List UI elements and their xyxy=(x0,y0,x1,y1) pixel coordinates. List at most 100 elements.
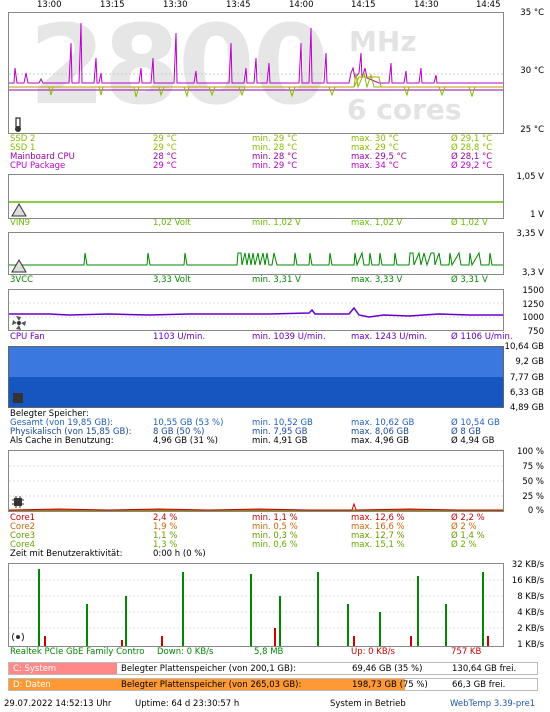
time-label: 14:00 xyxy=(289,0,314,10)
memory-axis-5: 4,89 GB xyxy=(509,403,544,413)
footer-app-version[interactable]: WebTemp 3.39-pre1 xyxy=(450,697,535,712)
user-activity-row: Zeit mit Benutzeraktivität: 0:00 h (0 %) xyxy=(8,550,508,559)
sensor-row-cpu-package: CPU Package 29 °C min. 29 °C max. 34 °C … xyxy=(8,162,508,171)
time-label: 13:45 xyxy=(226,0,251,10)
fan-icon xyxy=(12,316,26,330)
net-axis-4: 4 KB/s xyxy=(517,608,544,618)
sensor-min: min. 1,02 V xyxy=(252,218,301,228)
cpu-load-lines xyxy=(9,465,503,511)
cpu-axis-75: 75 % xyxy=(522,462,544,472)
time-axis: 13:00 13:15 13:30 13:45 14:00 14:15 14:3… xyxy=(0,0,550,12)
thermometer-icon xyxy=(15,117,21,132)
memory-area xyxy=(9,347,503,407)
sensor-row-3vcc: 3VCC 3,33 Volt min. 3,31 V max. 3,33 V Ø… xyxy=(8,276,508,285)
time-label: 13:30 xyxy=(163,0,188,10)
sensor-row-cpu-fan: CPU Fan 1103 U/min. min. 1039 U/min. max… xyxy=(8,332,513,342)
memory-chip-icon xyxy=(13,393,23,403)
vin9-axis-min: 1 V xyxy=(530,210,544,220)
core-max: max. 15,1 % xyxy=(351,540,405,550)
network-up-total: 757 KB xyxy=(451,647,482,657)
net-axis-8: 8 KB/s xyxy=(517,592,544,602)
cpu-axis-100: 100 % xyxy=(516,447,544,457)
net-axis-16: 16 KB/s xyxy=(511,576,544,586)
net-axis-32: 32 KB/s xyxy=(511,560,544,570)
sensor-name: CPU Package xyxy=(10,161,66,171)
v3vcc-graph xyxy=(8,232,504,275)
cpu-fan-line xyxy=(9,302,503,318)
fan-axis-1250: 1250 xyxy=(522,300,544,310)
temperature-graph: 2800 MHz 6 cores xyxy=(8,12,504,134)
drive-d-desc: Belegter Plattenspeicher (von 265,03 GB)… xyxy=(121,680,302,690)
sensor-name: 3VCC xyxy=(10,275,34,285)
core-min: min. 0,6 % xyxy=(252,540,298,550)
sensor-min: min. 1039 U/min. xyxy=(252,332,326,342)
sensor-current: 29 °C xyxy=(153,161,177,171)
memory-graph xyxy=(8,346,504,408)
fan-axis-1500: 1500 xyxy=(522,286,544,296)
drive-d-used: 198,73 GB (75 %) xyxy=(352,680,428,690)
drive-c-used: 69,46 GB (35 %) xyxy=(352,664,423,674)
sensor-avg: Ø 3,31 V xyxy=(451,275,488,285)
sensor-name: VIN9 xyxy=(10,218,31,228)
net-axis-1: 1 KB/s xyxy=(517,640,544,650)
network-down-total: 5,8 MB xyxy=(254,647,284,657)
v3vcc-line xyxy=(9,251,503,267)
memory-name: Als Cache in Benutzung: xyxy=(10,436,114,446)
network-up-rate: Up: 0 KB/s xyxy=(351,647,395,657)
drive-row-d: D: Daten Belegter Plattenspeicher (von 2… xyxy=(8,678,538,691)
cpu-axis-25: 25 % xyxy=(522,492,544,502)
vin9-axis-max: 1,05 V xyxy=(516,172,544,182)
memory-current: 4,96 GB (31 %) xyxy=(153,436,218,446)
sensor-max: max. 1,02 V xyxy=(351,218,403,228)
sensor-max: max. 1243 U/min. xyxy=(351,332,428,342)
net-axis-2: 2 KB/s xyxy=(517,624,544,634)
sensor-max: max. 34 °C xyxy=(351,161,399,171)
network-icon xyxy=(12,632,24,642)
user-activity-label: Zeit mit Benutzeraktivität: xyxy=(10,549,123,559)
drive-c-free: 130,64 GB frei. xyxy=(452,664,517,674)
v3vcc-axis-min: 3,3 V xyxy=(521,268,544,278)
voltage-icon xyxy=(11,203,27,217)
fan-axis-750: 750 xyxy=(527,327,544,337)
time-label: 13:15 xyxy=(100,0,125,10)
sensor-max: max. 3,33 V xyxy=(351,275,403,285)
sensor-name: CPU Fan xyxy=(10,332,45,342)
network-down-rate: Down: 0 KB/s xyxy=(157,647,214,657)
sensor-avg: Ø 1106 U/min. xyxy=(451,332,513,342)
temp-axis-mid: 30 °C xyxy=(520,66,544,76)
memory-row-cache: Als Cache in Benutzung: 4,96 GB (31 %) m… xyxy=(8,437,508,446)
time-label: 14:30 xyxy=(414,0,439,10)
temperature-lines xyxy=(9,22,503,98)
memory-min: min. 4,91 GB xyxy=(252,436,308,446)
network-bars xyxy=(9,569,503,646)
time-label: 13:00 xyxy=(37,0,62,10)
sensor-avg: Ø 1,02 V xyxy=(451,218,488,228)
sensor-row-vin9: VIN9 1,02 Volt min. 1,02 V max. 1,02 V Ø… xyxy=(8,219,508,228)
user-activity-value: 0:00 h (0 %) xyxy=(153,549,206,559)
footer-status: System in Betrieb xyxy=(330,699,406,709)
time-label: 14:45 xyxy=(476,0,501,10)
memory-axis-2: 9,2 GB xyxy=(515,357,544,367)
sensor-min: min. 29 °C xyxy=(252,161,298,171)
temp-axis-min: 25 °C xyxy=(520,125,544,135)
sensor-current: 1,02 Volt xyxy=(153,218,191,228)
temp-axis-max: 35 °C xyxy=(520,8,544,18)
voltage-icon xyxy=(11,259,27,273)
memory-avg: Ø 4,94 GB xyxy=(451,436,495,446)
fan-axis-1000: 1000 xyxy=(522,313,544,323)
network-graph xyxy=(8,563,504,647)
memory-axis-1: 10,64 GB xyxy=(504,342,544,352)
drive-row-c: C: System Belegter Plattenspeicher (von … xyxy=(8,662,538,675)
status-footer: 29.07.2022 14:52:13 Uhr Uptime: 64 d 23:… xyxy=(0,697,550,712)
core-avg: Ø 2 % xyxy=(451,540,477,550)
memory-axis-4: 6,33 GB xyxy=(509,388,544,398)
sensor-min: min. 3,31 V xyxy=(252,275,301,285)
v3vcc-axis-max: 3,35 V xyxy=(516,229,544,239)
network-adapter-name: Realtek PCIe GbE Family Contro xyxy=(10,647,145,657)
drive-c-label: C: System xyxy=(13,664,57,674)
drive-d-free: 66,3 GB frei. xyxy=(452,680,506,690)
cpu-axis-50: 50 % xyxy=(522,477,544,487)
network-row: Realtek PCIe GbE Family Contro Down: 0 K… xyxy=(8,648,508,657)
footer-uptime: Uptime: 64 d 23:30:57 h xyxy=(135,699,240,709)
cpu-axis-0: 0 % xyxy=(527,506,544,516)
